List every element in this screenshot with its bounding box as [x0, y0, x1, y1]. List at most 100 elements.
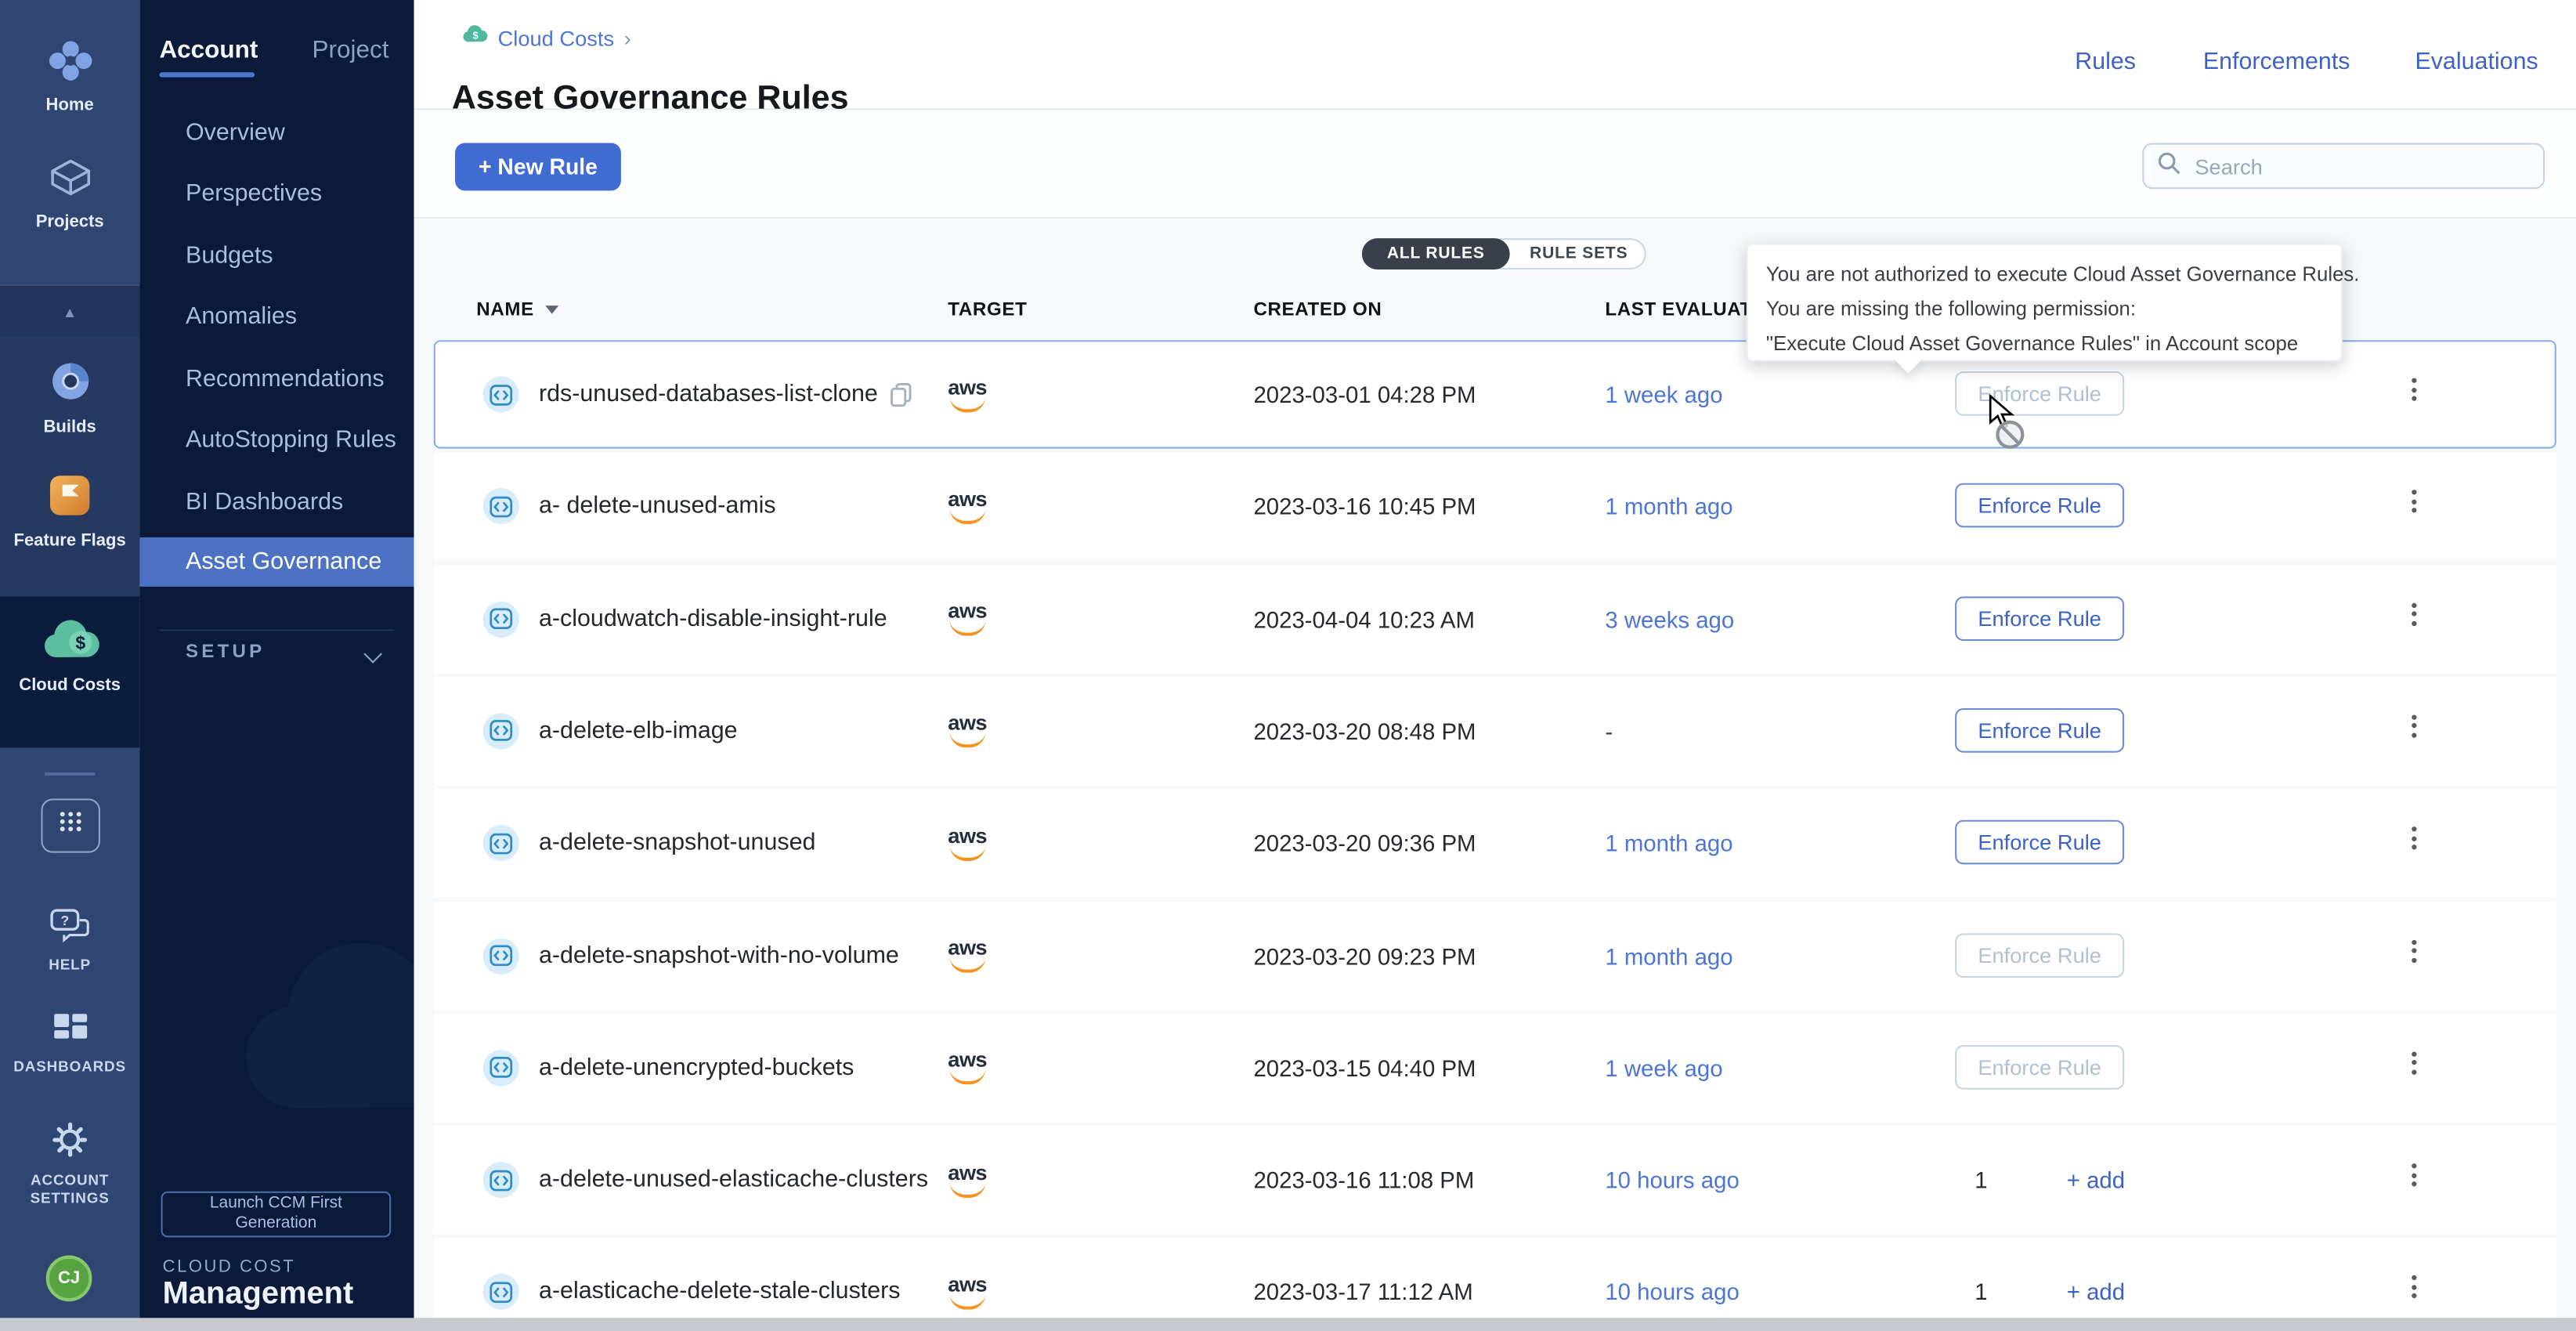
sidebar-item-autostopping-rules[interactable]: AutoStopping Rules	[186, 427, 396, 454]
tab-rule-sets[interactable]: RULE SETS	[1515, 240, 1643, 268]
rail-item-feature-flags[interactable]: Feature Flags	[0, 473, 139, 551]
created-on-cell: 2023-03-20 08:48 PM	[1253, 677, 1476, 785]
aws-smile-icon	[949, 1293, 985, 1310]
last-evaluation-cell[interactable]: 10 hours ago	[1605, 1126, 1739, 1234]
add-enforcement-link[interactable]: + add	[2067, 1126, 2125, 1234]
table-row[interactable]: a- delete-unused-amis aws 2023-03-16 10:…	[434, 452, 2556, 560]
kebab-menu-button[interactable]	[2402, 602, 2425, 635]
enforce-rule-button[interactable]: Enforce Rule	[1955, 1045, 2124, 1090]
search-icon	[2157, 150, 2180, 182]
rail-item-projects[interactable]: Projects	[0, 157, 139, 231]
aws-logo: aws	[948, 826, 987, 860]
sidebar-item-perspectives[interactable]: Perspectives	[186, 181, 322, 208]
search-input[interactable]	[2191, 152, 2527, 180]
setup-section-toggle[interactable]: SETUP	[139, 638, 414, 674]
enforcement-count: 1	[1974, 1238, 1987, 1331]
avatar[interactable]: CJ	[46, 1256, 92, 1302]
table-row[interactable]: a-delete-unencrypted-buckets aws 2023-03…	[434, 1014, 2556, 1122]
breadcrumb: $ Cloud Costs ›	[461, 24, 630, 51]
sidebar-item-overview[interactable]: Overview	[186, 120, 285, 146]
last-evaluation-cell[interactable]: 1 week ago	[1605, 1014, 1722, 1122]
rail-divider	[45, 772, 96, 776]
help-chat-icon: ?	[49, 922, 90, 950]
enforce-rule-button[interactable]: Enforce Rule	[1955, 932, 2124, 977]
col-name[interactable]: NAME	[476, 301, 558, 320]
enforce-rule-button[interactable]: Enforce Rule	[1955, 371, 2124, 416]
nav-link-rules[interactable]: Rules	[2075, 49, 2136, 76]
panel-divider	[159, 629, 394, 631]
aws-logo-text: aws	[948, 826, 987, 844]
col-target: TARGET	[948, 301, 1027, 320]
new-rule-button[interactable]: + New Rule	[455, 143, 621, 190]
created-on-cell: 2023-03-01 04:28 PM	[1253, 340, 1476, 448]
target-cell: aws	[948, 902, 987, 1010]
sidebar-item-recommendations[interactable]: Recommendations	[186, 367, 385, 393]
rule-name: a-elasticache-delete-stale-clusters	[539, 1279, 901, 1306]
launch-ccm-button[interactable]: Launch CCM First Generation	[161, 1192, 392, 1238]
rail-item-dashboards[interactable]: DASHBOARDS	[0, 1012, 139, 1076]
enforce-rule-button[interactable]: Enforce Rule	[1955, 596, 2124, 641]
sidebar-item-asset-governance[interactable]: Asset Governance	[139, 537, 414, 587]
table-row[interactable]: a-delete-snapshot-unused aws 2023-03-20 …	[434, 789, 2556, 897]
kebab-menu-button[interactable]	[2402, 939, 2425, 972]
created-on-cell: 2023-03-16 10:45 PM	[1253, 452, 1476, 560]
aws-logo-text: aws	[948, 602, 987, 620]
last-evaluation-cell[interactable]: 1 month ago	[1605, 789, 1732, 897]
grid-icon	[57, 810, 84, 841]
rule-name: a-delete-snapshot-unused	[539, 830, 815, 857]
aws-smile-icon	[949, 1181, 985, 1197]
rail-item-builds[interactable]: Builds	[0, 358, 139, 437]
table-row[interactable]: a-cloudwatch-disable-insight-rule aws 20…	[434, 565, 2556, 673]
sidebar-item-bi-dashboards[interactable]: BI Dashboards	[186, 490, 343, 516]
target-cell: aws	[948, 677, 987, 785]
panel-watermark	[230, 920, 414, 1159]
table-row[interactable]: a-delete-unused-elasticache-clusters aws…	[434, 1126, 2556, 1234]
target-cell: aws	[948, 789, 987, 897]
apps-grid-button[interactable]	[41, 798, 100, 852]
last-evaluation-cell[interactable]: 3 weeks ago	[1605, 565, 1734, 673]
copy-icon[interactable]	[891, 382, 912, 407]
enforce-rule-button[interactable]: Enforce Rule	[1955, 708, 2124, 753]
last-evaluation-cell[interactable]: 1 month ago	[1605, 452, 1732, 560]
kebab-menu-button[interactable]	[2402, 1051, 2425, 1084]
tab-project[interactable]: Project	[313, 36, 389, 64]
rail-item-help[interactable]: ? HELP	[0, 907, 139, 975]
aws-logo-text: aws	[948, 1275, 987, 1293]
aws-logo: aws	[948, 602, 987, 636]
last-evaluation-cell[interactable]: 1 month ago	[1605, 902, 1732, 1010]
rail-item-home[interactable]: Home	[0, 39, 139, 114]
last-evaluation-cell[interactable]: 10 hours ago	[1605, 1238, 1739, 1331]
table-row[interactable]: a-delete-elb-image aws 2023-03-20 08:48 …	[434, 677, 2556, 785]
tab-all-rules[interactable]: ALL RULES	[1362, 238, 1510, 269]
rail-item-account-settings[interactable]: ACCOUNT SETTINGS	[0, 1121, 139, 1208]
kebab-menu-button[interactable]	[2402, 490, 2425, 523]
tooltip-line-2: You are missing the following permission…	[1766, 292, 2323, 327]
add-enforcement-link[interactable]: + add	[2067, 1238, 2125, 1331]
target-cell: aws	[948, 452, 987, 560]
sidebar-item-anomalies[interactable]: Anomalies	[186, 304, 297, 331]
rail-collapse-toggle[interactable]: ▲	[0, 284, 139, 340]
kebab-menu-button[interactable]	[2402, 826, 2425, 859]
enforcement-count: 1	[1974, 1126, 1987, 1234]
nav-link-enforcements[interactable]: Enforcements	[2203, 49, 2350, 76]
rail-item-cloud-costs[interactable]: $ Cloud Costs	[0, 596, 139, 747]
permission-tooltip: You are not authorized to execute Cloud …	[1747, 243, 2343, 361]
nav-link-evaluations[interactable]: Evaluations	[2415, 49, 2538, 76]
cloud-costs-breadcrumb-link[interactable]: Cloud Costs	[498, 26, 615, 50]
kebab-menu-button[interactable]	[2402, 1276, 2425, 1309]
last-evaluation-cell[interactable]: 1 week ago	[1605, 340, 1722, 448]
table-row[interactable]: a-elasticache-delete-stale-clusters aws …	[434, 1238, 2556, 1331]
enforce-rule-button[interactable]: Enforce Rule	[1955, 483, 2124, 528]
target-cell: aws	[948, 1126, 987, 1234]
tab-account[interactable]: Account	[159, 36, 258, 64]
table-row[interactable]: a-delete-snapshot-with-no-volume aws 202…	[434, 902, 2556, 1010]
brand-management: Management	[163, 1277, 354, 1313]
search-box[interactable]	[2142, 143, 2545, 189]
rule-icon	[483, 489, 519, 525]
feature-flags-icon	[48, 496, 92, 524]
kebab-menu-button[interactable]	[2402, 1163, 2425, 1196]
kebab-menu-button[interactable]	[2402, 714, 2425, 747]
kebab-menu-button[interactable]	[2402, 378, 2425, 411]
sidebar-item-budgets[interactable]: Budgets	[186, 243, 273, 269]
enforce-rule-button[interactable]: Enforce Rule	[1955, 820, 2124, 865]
